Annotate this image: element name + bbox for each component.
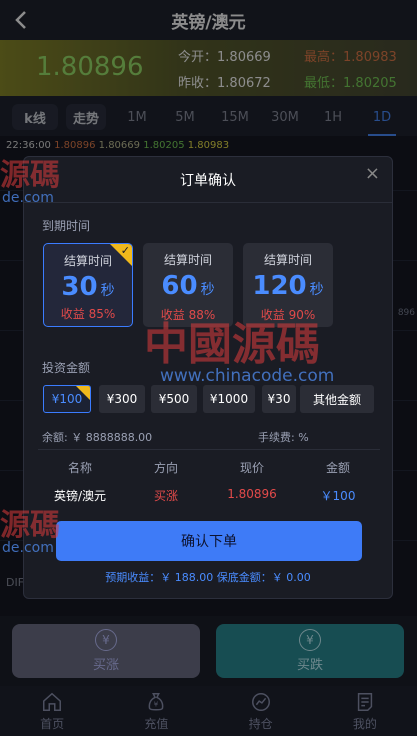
watermark-text-left: 源碼 (0, 158, 60, 193)
amount-option-1000[interactable]: ¥1000 (203, 385, 255, 413)
dialog-title: 订单确认 (24, 157, 392, 203)
col-header-direction: 方向 (153, 461, 178, 475)
watermark-url-left-lower: de.com (2, 540, 54, 556)
cell-direction: 买涨 (153, 489, 178, 503)
col-header-price: 现价 (239, 461, 264, 475)
col-header-name: 名称 (67, 461, 92, 475)
amount-option-partial[interactable]: ¥30 (262, 385, 296, 413)
watermark-text-left-lower: 源碼 (0, 508, 60, 543)
expiry-card-30[interactable]: 结算时间 30 秒 收益 85% ✓ (43, 243, 133, 327)
expiry-label: 到期时间 (42, 219, 91, 233)
amount-label: 投资金额 (42, 361, 91, 375)
close-icon[interactable]: × (365, 163, 380, 184)
amount-option-300[interactable]: ¥300 (99, 385, 145, 413)
watermark-text: 中國源碼 (144, 319, 320, 370)
divider (38, 449, 380, 450)
balance-text: 余额: ￥ 8888888.00 (42, 431, 153, 444)
amount-option-500[interactable]: ¥500 (151, 385, 197, 413)
confirm-order-button[interactable]: 确认下单 (56, 521, 362, 561)
check-icon: ✓ (120, 244, 130, 257)
expected-profit-text: 预期收益：￥ 188.00 保底金额：￥ 0.00 (105, 571, 311, 584)
watermark-url: www.chinacode.com (160, 366, 335, 386)
fee-text: 手续费: % (258, 431, 309, 444)
other-amount-button[interactable]: 其他金额 (300, 385, 374, 413)
watermark-url-left: de.com (2, 190, 54, 206)
cell-amount: ￥100 (320, 489, 356, 503)
col-header-amount: 金额 (325, 461, 350, 475)
amount-option-100[interactable]: ¥100 (43, 385, 91, 413)
selected-badge (76, 386, 90, 400)
cell-price: 1.80896 (227, 487, 277, 501)
